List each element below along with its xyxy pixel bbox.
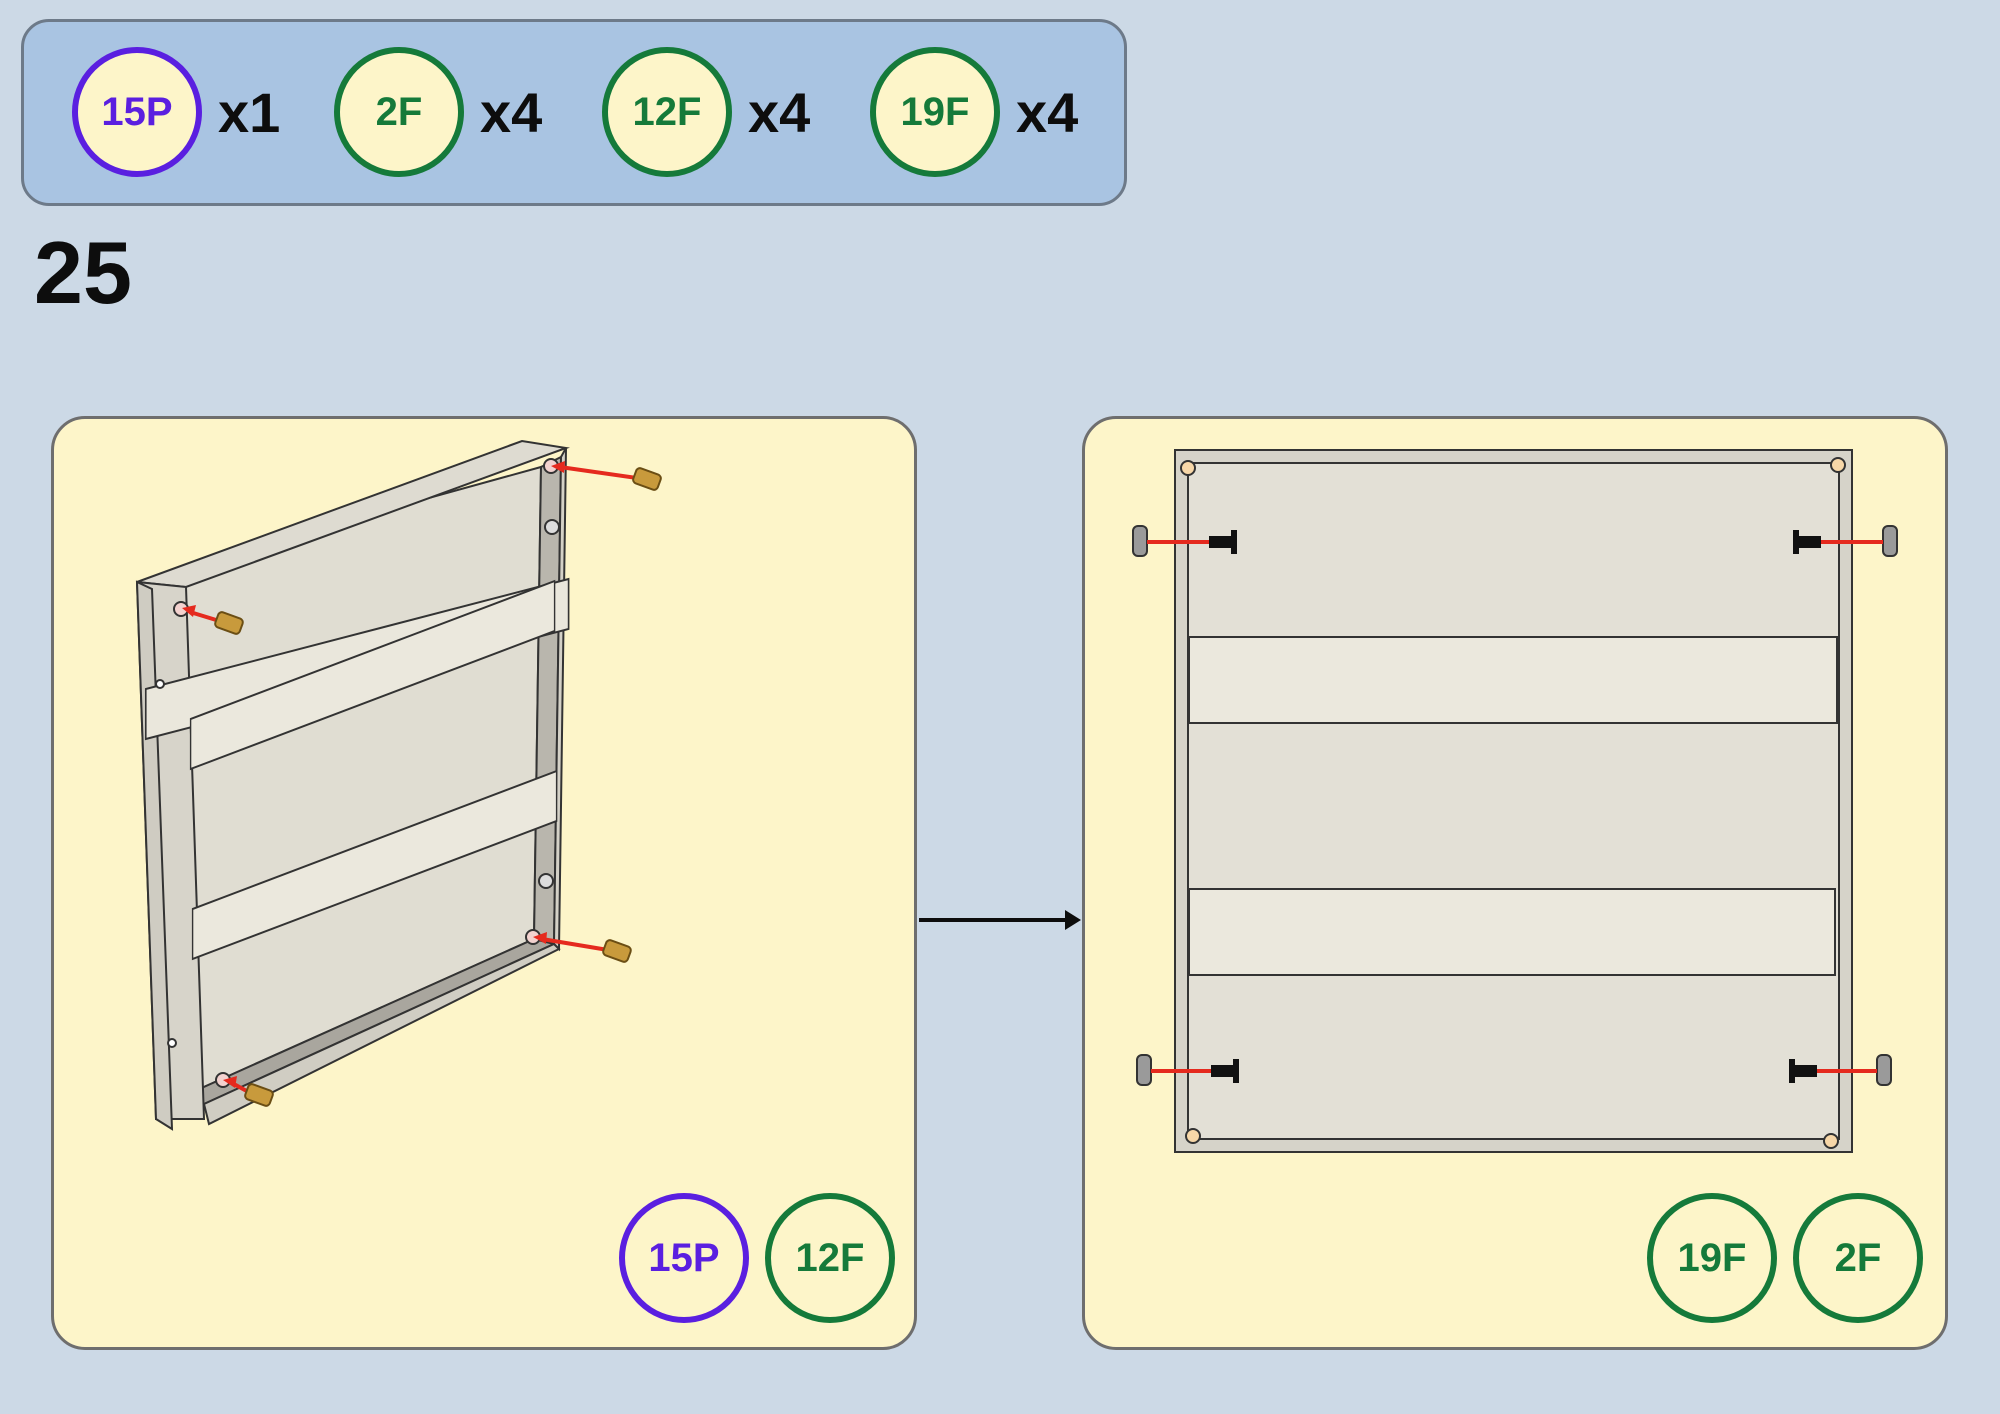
- panel-badge-15p: 15P: [619, 1193, 749, 1323]
- panel-badge-19f: 19F: [1647, 1193, 1777, 1323]
- part-badge-15p: 15P: [72, 47, 202, 177]
- step-panel-left: 15P 12F: [51, 416, 917, 1350]
- part-badge-19f: 19F: [870, 47, 1000, 177]
- panel-badge-12f: 12F: [765, 1193, 895, 1323]
- cap-icon: [1876, 1054, 1892, 1086]
- part-entry-15p: 15P x1: [72, 42, 280, 182]
- cap-icon: [1132, 525, 1148, 557]
- step-number: 25: [34, 223, 132, 322]
- part-qty-2f: x4: [480, 80, 543, 144]
- part-badge-2f: 2F: [334, 47, 464, 177]
- part-badge-12f: 12F: [602, 47, 732, 177]
- part-entry-2f: 2F x4: [334, 42, 542, 182]
- flow-arrow-icon: [919, 910, 1081, 930]
- part-entry-12f: 12F x4: [602, 42, 810, 182]
- cap-icon: [1882, 525, 1898, 557]
- parts-list: 15P x1 2F x4 12F x4 19F x4: [21, 19, 1127, 206]
- part-qty-12f: x4: [748, 80, 811, 144]
- part-qty-15p: x1: [218, 80, 281, 144]
- part-qty-19f: x4: [1016, 80, 1079, 144]
- step-panel-right: 19F 2F: [1082, 416, 1948, 1350]
- panel-badge-2f: 2F: [1793, 1193, 1923, 1323]
- brass-threaded-insert-icon: [551, 461, 662, 491]
- part-entry-19f: 19F x4: [870, 42, 1078, 182]
- cap-icon: [1136, 1054, 1152, 1086]
